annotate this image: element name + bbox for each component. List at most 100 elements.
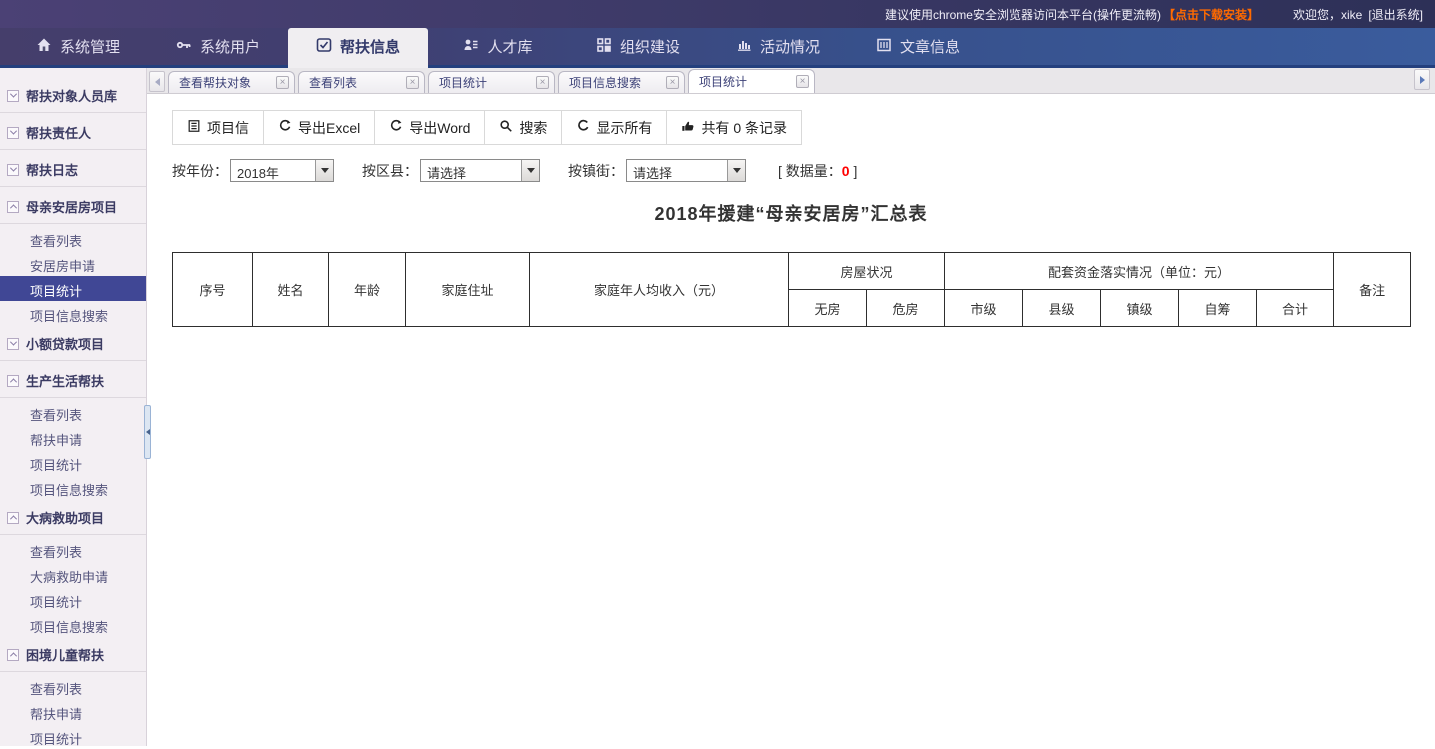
district-select[interactable]: 请选择	[420, 159, 540, 182]
col-income: 家庭年人均收入（元）	[530, 253, 789, 327]
col-house-status: 房屋状况	[789, 253, 945, 290]
table-header-row-1: 序号 姓名 年龄 家庭住址 家庭年人均收入（元） 房屋状况 配套资金落实情况（单…	[173, 253, 1411, 290]
sidebar-item-project-stats[interactable]: 项目统计	[0, 450, 146, 475]
sidebar-item-view-list[interactable]: 查看列表	[0, 537, 146, 562]
tab-project-info-search[interactable]: 项目信息搜索 ×	[558, 71, 685, 93]
close-icon[interactable]: ×	[276, 76, 289, 89]
sidebar-section-responsible-person[interactable]: 帮扶责任人	[0, 115, 146, 150]
topbar: 建议使用chrome安全浏览器访问本平台(操作更流畅)【点击下载安装】 欢迎您，…	[0, 0, 1435, 28]
col-town-level: 镇级	[1101, 290, 1179, 327]
welcome-text: 欢迎您，xike	[1293, 6, 1362, 23]
summary-table: 序号 姓名 年龄 家庭住址 家庭年人均收入（元） 房屋状况 配套资金落实情况（单…	[172, 252, 1411, 327]
tab-scroll-right-button[interactable]	[1414, 69, 1430, 90]
nav-item-activities[interactable]: 活动情况	[708, 28, 848, 65]
scroll-left-icon	[155, 78, 160, 86]
tab-project-stats-1[interactable]: 项目统计 ×	[428, 71, 555, 93]
nav-item-organization[interactable]: 组织建设	[568, 28, 708, 65]
search-icon	[499, 119, 513, 136]
sidebar-item-view-list[interactable]: 查看列表	[0, 226, 146, 251]
sidebar-item-project-stats-selected[interactable]: 项目统计	[0, 276, 146, 301]
toolbar: 项目信 导出Excel 导出Word 搜索 显示所有	[172, 110, 802, 145]
col-name: 姓名	[253, 253, 329, 327]
sidebar-item-project-info-search[interactable]: 项目信息搜索	[0, 301, 146, 326]
chevron-down-icon	[727, 160, 745, 181]
sidebar-item-project-stats[interactable]: 项目统计	[0, 724, 146, 749]
sidebar-item-project-info-search[interactable]: 项目信息搜索	[0, 475, 146, 500]
close-icon[interactable]: ×	[536, 76, 549, 89]
filter-row: 按年份： 2018年 按区县： 请选择 按镇街： 请选择 [ 数据量：0 ]	[172, 159, 1435, 182]
tab-scroll-left-button[interactable]	[149, 71, 165, 92]
grid-icon	[596, 37, 612, 57]
record-count-button[interactable]: 共有 0 条记录	[667, 111, 801, 144]
article-icon	[876, 37, 892, 57]
chevron-down-icon	[7, 127, 19, 139]
sidebar-section-microloan[interactable]: 小额贷款项目	[0, 326, 146, 361]
export-icon	[389, 119, 403, 136]
nav-item-system-admin[interactable]: 系统管理	[8, 28, 148, 65]
sidebar-collapse-handle[interactable]	[144, 405, 151, 459]
chevron-up-icon	[7, 649, 19, 661]
check-square-icon	[316, 37, 332, 57]
col-city-level: 市级	[945, 290, 1023, 327]
chevron-up-icon	[7, 201, 19, 213]
nav-item-articles[interactable]: 文章信息	[848, 28, 988, 65]
sidebar-section-assistance-log[interactable]: 帮扶日志	[0, 152, 146, 187]
sidebar-item-project-stats[interactable]: 项目统计	[0, 587, 146, 612]
col-no-house: 无房	[789, 290, 867, 327]
show-all-button[interactable]: 显示所有	[562, 111, 667, 144]
sidebar-item-view-list[interactable]: 查看列表	[0, 674, 146, 699]
tab-view-recipients[interactable]: 查看帮扶对象 ×	[168, 71, 295, 93]
nav-item-assistance-info[interactable]: 帮扶信息	[288, 28, 428, 65]
tab-project-stats-active[interactable]: 项目统计 ×	[688, 69, 815, 93]
sidebar-item-illness-apply[interactable]: 大病救助申请	[0, 562, 146, 587]
scroll-right-icon	[1420, 76, 1425, 84]
sidebar-section-serious-illness[interactable]: 大病救助项目	[0, 500, 146, 535]
hand-icon	[681, 119, 695, 136]
sidebar-section-production-life[interactable]: 生产生活帮扶	[0, 363, 146, 398]
sidebar-item-view-list[interactable]: 查看列表	[0, 400, 146, 425]
close-icon[interactable]: ×	[666, 76, 679, 89]
col-total: 合计	[1257, 290, 1334, 327]
bar-chart-icon	[736, 37, 752, 57]
key-icon	[176, 37, 192, 57]
data-count-value: 0	[842, 163, 850, 179]
chevron-up-icon	[7, 512, 19, 524]
project-info-button[interactable]: 项目信	[173, 111, 264, 144]
sidebar-section-mother-housing[interactable]: 母亲安居房项目	[0, 189, 146, 224]
close-icon[interactable]: ×	[796, 75, 809, 88]
search-button[interactable]: 搜索	[485, 111, 562, 144]
sidebar-item-project-info-search[interactable]: 项目信息搜索	[0, 612, 146, 637]
close-icon[interactable]: ×	[406, 76, 419, 89]
export-excel-button[interactable]: 导出Excel	[264, 111, 375, 144]
tab-view-list[interactable]: 查看列表 ×	[298, 71, 425, 93]
nav-item-talent-pool[interactable]: 人才库	[428, 28, 568, 65]
nav-item-system-users[interactable]: 系统用户	[148, 28, 288, 65]
year-select[interactable]: 2018年	[230, 159, 334, 182]
col-remark: 备注	[1334, 253, 1411, 327]
town-select[interactable]: 请选择	[626, 159, 746, 182]
page-title: 2018年援建“母亲安居房”汇总表	[172, 200, 1410, 226]
col-danger-house: 危房	[867, 290, 945, 327]
chevron-down-icon	[7, 90, 19, 102]
sidebar-item-assist-apply[interactable]: 帮扶申请	[0, 425, 146, 450]
sidebar-section-recipient-pool[interactable]: 帮扶对象人员库	[0, 78, 146, 113]
district-filter-label: 按区县：	[362, 161, 418, 181]
content-area: 项目信 导出Excel 导出Word 搜索 显示所有	[147, 94, 1435, 746]
chevron-up-icon	[7, 375, 19, 387]
town-filter-label: 按镇街：	[568, 161, 624, 181]
col-address: 家庭住址	[406, 253, 530, 327]
download-link[interactable]: 【点击下载安装】	[1163, 6, 1259, 23]
main-nav: 系统管理 系统用户 帮扶信息 人才库 组织建设 活动情况 文章信息	[0, 28, 1435, 68]
browser-notice: 建议使用chrome安全浏览器访问本平台(操作更流畅)	[885, 6, 1161, 23]
sidebar-item-housing-apply[interactable]: 安居房申请	[0, 251, 146, 276]
export-word-button[interactable]: 导出Word	[375, 111, 485, 144]
collapse-arrow-icon	[146, 429, 150, 435]
logout-link[interactable]: [退出系统]	[1368, 6, 1423, 23]
chevron-down-icon	[315, 160, 333, 181]
col-funding: 配套资金落实情况（单位：元）	[945, 253, 1334, 290]
chevron-down-icon	[7, 338, 19, 350]
form-icon	[187, 119, 201, 136]
sidebar-item-assist-apply[interactable]: 帮扶申请	[0, 699, 146, 724]
sidebar-section-children[interactable]: 困境儿童帮扶	[0, 637, 146, 672]
col-age: 年龄	[329, 253, 406, 327]
